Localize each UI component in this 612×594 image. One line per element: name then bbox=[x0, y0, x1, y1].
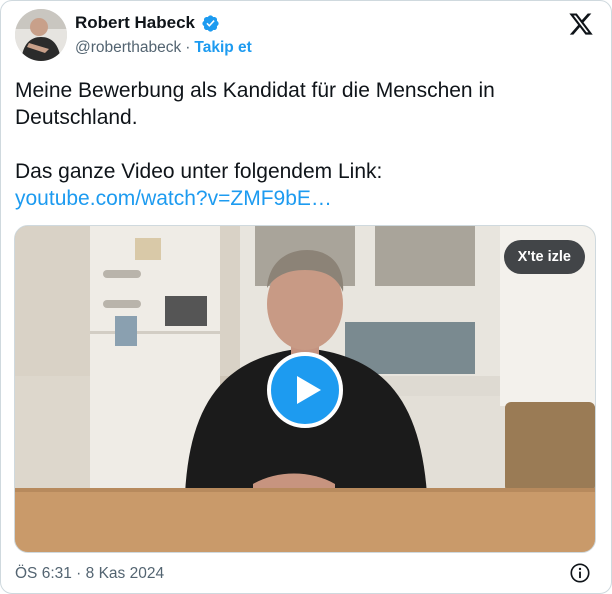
info-icon[interactable] bbox=[569, 562, 591, 584]
play-icon bbox=[297, 376, 321, 404]
x-logo-icon[interactable] bbox=[568, 11, 594, 37]
author-name[interactable]: Robert Habeck bbox=[75, 13, 195, 33]
verified-badge-icon bbox=[202, 14, 219, 32]
tweet-text-line2: Das ganze Video unter folgendem Link: bbox=[15, 160, 383, 183]
author-name-row: Robert Habeck bbox=[75, 13, 220, 33]
tweet-timestamp[interactable]: ÖS 6:31 · 8 Kas 2024 bbox=[15, 565, 164, 583]
tweet-card: Robert Habeck @roberthabeck · Takip et M… bbox=[0, 0, 612, 594]
handle-row: @roberthabeck · Takip et bbox=[75, 39, 252, 57]
author-handle[interactable]: @roberthabeck bbox=[75, 39, 181, 57]
tweet-text: Meine Bewerbung als Kandidat für die Men… bbox=[15, 77, 575, 212]
watch-on-x-button[interactable]: X'te izle bbox=[503, 240, 585, 274]
video-player[interactable]: X'te izle bbox=[14, 225, 596, 553]
avatar[interactable] bbox=[15, 9, 67, 61]
play-button[interactable] bbox=[267, 352, 343, 428]
separator-dot: · bbox=[185, 39, 191, 56]
youtube-link[interactable]: youtube.com/watch?v=ZMF9bE… bbox=[15, 187, 332, 210]
follow-button[interactable]: Takip et bbox=[194, 39, 251, 57]
tweet-text-line1: Meine Bewerbung als Kandidat für die Men… bbox=[15, 79, 495, 129]
